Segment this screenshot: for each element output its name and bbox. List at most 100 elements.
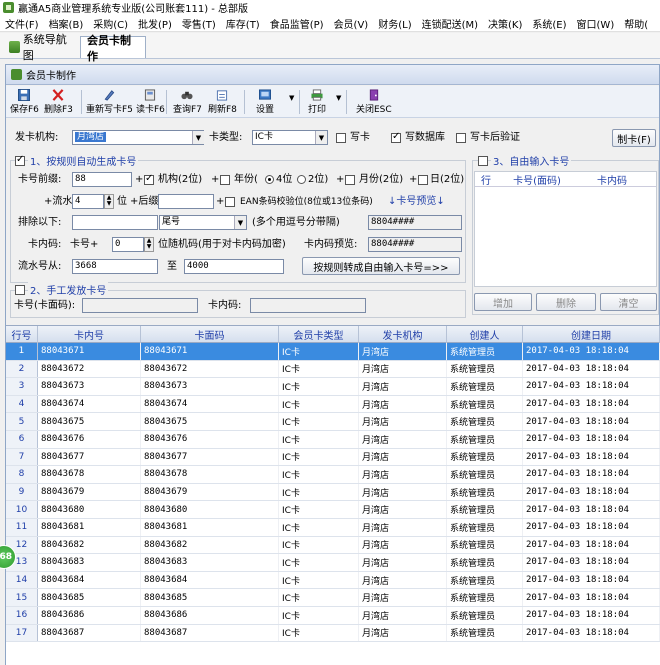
remove-button[interactable]: 删除 bbox=[536, 293, 596, 311]
menu-item[interactable]: 库存(T) bbox=[221, 16, 265, 31]
day-checkbox[interactable] bbox=[418, 175, 428, 185]
table-cell: 6 bbox=[6, 430, 38, 448]
table-cell: IC卡 bbox=[279, 536, 359, 554]
column-header[interactable]: 会员卡类型 bbox=[279, 326, 359, 343]
year-checkbox[interactable] bbox=[220, 175, 230, 185]
table-cell: 系统管理员 bbox=[447, 589, 523, 606]
menu-item[interactable]: 批发(P) bbox=[133, 16, 177, 31]
convert-to-free-input-button[interactable]: 按规则转成自由输入卡号=>> bbox=[302, 257, 460, 275]
org-checkbox[interactable] bbox=[144, 173, 154, 185]
verify-after-write-checkbox[interactable] bbox=[456, 133, 466, 143]
table-row[interactable]: 13 88043683 88043683 IC卡 月湾店 系统管理员 2017-04-03 … bbox=[6, 554, 660, 572]
menu-item[interactable]: 档案(B) bbox=[44, 16, 89, 31]
menu-item[interactable]: 系统(E) bbox=[527, 16, 571, 31]
write-db-checkbox[interactable] bbox=[391, 131, 401, 143]
table-row[interactable]: 16 88043686 88043686 IC卡 月湾店 系统管理员 2017-04-03 … bbox=[6, 606, 660, 625]
query-button[interactable]: 查询F7 bbox=[173, 89, 202, 115]
print-button[interactable]: 打印 bbox=[308, 89, 326, 115]
issuer-select[interactable]: 月湾店 bbox=[72, 130, 204, 145]
write-card-checkbox[interactable] bbox=[336, 133, 346, 143]
manual-pin-input[interactable] bbox=[250, 298, 366, 313]
print-dropdown-icon[interactable]: ▼ bbox=[336, 94, 341, 102]
table-row[interactable]: 10 88043680 88043680 IC卡 月湾店 系统管理员 2017-04-03 … bbox=[6, 501, 660, 519]
clear-button[interactable]: 清空 bbox=[600, 293, 657, 311]
card-type-dropdown-icon[interactable]: ▼ bbox=[315, 131, 327, 144]
table-cell: 2017-04-03 18:18:04 bbox=[523, 466, 660, 483]
table-cell: 88043680 bbox=[141, 501, 279, 518]
menu-item[interactable]: 窗口(W) bbox=[572, 16, 620, 31]
table-row[interactable]: 12 88043682 88043682 IC卡 月湾店 系统管理员 2017-04-03 … bbox=[6, 536, 660, 555]
menu-item[interactable]: 决策(K) bbox=[483, 16, 527, 31]
table-row[interactable]: 14 88043684 88043684 IC卡 月湾店 系统管理员 2017-04-03 … bbox=[6, 571, 660, 590]
menu-item[interactable]: 连锁配送(M) bbox=[417, 16, 483, 31]
tail-dropdown-icon[interactable]: ▼ bbox=[234, 216, 246, 229]
serial-length-input[interactable]: 4 bbox=[72, 194, 104, 209]
pen-icon bbox=[105, 90, 115, 101]
random-length-input[interactable]: 0 bbox=[112, 237, 144, 252]
table-row[interactable]: 17 88043687 88043687 IC卡 月湾店 系统管理员 2017-04-03 … bbox=[6, 624, 660, 643]
close-button[interactable]: 关闭ESC bbox=[356, 89, 392, 115]
pin-preview-field: 8804#### bbox=[368, 237, 462, 252]
menu-item[interactable]: 会员(V) bbox=[329, 16, 374, 31]
table-row[interactable]: 6 88043676 88043676 IC卡 月湾店 系统管理员 2017-04-03 1… bbox=[6, 430, 660, 449]
table-row[interactable]: 7 88043677 88043677 IC卡 月湾店 系统管理员 2017-04-03 1… bbox=[6, 448, 660, 467]
column-header[interactable]: 行号 bbox=[6, 326, 38, 343]
table-cell: 10 bbox=[6, 501, 38, 518]
manual-card-input[interactable] bbox=[82, 298, 198, 313]
card-preview-link[interactable]: ↓卡号预览↓ bbox=[388, 195, 445, 209]
settings-dropdown-icon[interactable]: ▼ bbox=[289, 94, 294, 102]
add-button[interactable]: 增加 bbox=[474, 293, 532, 311]
table-cell: 88043678 bbox=[38, 466, 141, 483]
table-row[interactable]: 1 88043671 88043671 IC卡 月湾店 系统管理员 2017-04-03 1… bbox=[6, 343, 660, 361]
menu-item[interactable]: 食品监管(P) bbox=[265, 16, 329, 31]
menu-item[interactable]: 文件(F) bbox=[0, 16, 44, 31]
settings-button[interactable]: 设置 bbox=[256, 89, 274, 115]
tab-nav-map[interactable]: 系统导航图 bbox=[3, 33, 78, 62]
table-row[interactable]: 3 88043673 88043673 IC卡 月湾店 系统管理员 2017-04-03 1… bbox=[6, 378, 660, 396]
month-checkbox[interactable] bbox=[345, 175, 355, 185]
column-header[interactable]: 卡内号 bbox=[38, 326, 141, 343]
tab-member-card[interactable]: 会员卡制作 bbox=[80, 34, 146, 63]
free-input-list[interactable]: 行 卡号(面码) 卡内码 bbox=[474, 171, 657, 287]
serial-to-input[interactable]: 4000 bbox=[184, 259, 284, 274]
table-cell: 14 bbox=[6, 571, 38, 589]
table-cell: 88043674 bbox=[38, 395, 141, 413]
table-row[interactable]: 11 88043681 88043681 IC卡 月湾店 系统管理员 2017-04-03 … bbox=[6, 518, 660, 537]
manual-issue-checkbox[interactable] bbox=[15, 285, 25, 295]
column-header[interactable]: 创建人 bbox=[447, 326, 523, 343]
table-row[interactable]: 2 88043672 88043672 IC卡 月湾店 系统管理员 2017-04-03 1… bbox=[6, 360, 660, 379]
menu-item[interactable]: 财务(L) bbox=[373, 16, 416, 31]
table-row[interactable]: 8 88043678 88043678 IC卡 月湾店 系统管理员 2017-04-03 1… bbox=[6, 466, 660, 484]
save-button[interactable]: 保存F6 bbox=[10, 89, 39, 115]
menu-item[interactable]: 零售(T) bbox=[177, 16, 221, 31]
table-row[interactable]: 15 88043685 88043685 IC卡 月湾店 系统管理员 2017-04-03 … bbox=[6, 589, 660, 607]
refresh-button[interactable]: 刷新F8 bbox=[208, 89, 237, 115]
issuer-dropdown-icon[interactable]: ▼ bbox=[192, 131, 204, 144]
menu-item[interactable]: 采购(C) bbox=[88, 16, 133, 31]
serial-from-input[interactable]: 3668 bbox=[72, 259, 158, 274]
make-card-button[interactable]: 制卡(F) bbox=[612, 129, 656, 147]
exclude-input[interactable] bbox=[72, 215, 158, 230]
serial-length-spinner[interactable]: ▲ ▼ bbox=[104, 194, 114, 209]
table-row[interactable]: 4 88043674 88043674 IC卡 月湾店 系统管理员 2017-04-03 1… bbox=[6, 395, 660, 414]
year-2-radio[interactable] bbox=[297, 175, 306, 184]
card-grid[interactable]: 行号 卡内号 卡面码 会员卡类型 发卡机构 创建人 创建日期 1 88043671 880436… bbox=[6, 325, 660, 665]
column-header[interactable]: 卡面码 bbox=[141, 326, 279, 343]
table-row[interactable]: 5 88043675 88043675 IC卡 月湾店 系统管理员 2017-04-03 1… bbox=[6, 413, 660, 431]
suffix-input[interactable] bbox=[158, 194, 214, 209]
table-cell: 系统管理员 bbox=[447, 624, 523, 642]
column-header[interactable]: 发卡机构 bbox=[359, 326, 447, 343]
table-cell: 88043676 bbox=[141, 430, 279, 448]
menu-item[interactable]: 帮助( bbox=[619, 16, 653, 31]
prefix-input[interactable]: 88 bbox=[72, 172, 132, 187]
rewrite-card-button[interactable]: 重新写卡F5 bbox=[86, 89, 133, 115]
read-card-button[interactable]: 读卡F6 bbox=[136, 89, 165, 115]
random-length-spinner[interactable]: ▲ ▼ bbox=[144, 237, 154, 252]
year-4-radio[interactable] bbox=[265, 175, 274, 184]
table-row[interactable]: 9 88043679 88043679 IC卡 月湾店 系统管理员 2017-04-03 1… bbox=[6, 483, 660, 502]
delete-button[interactable]: 删除F3 bbox=[44, 89, 73, 115]
column-header[interactable]: 创建日期 bbox=[523, 326, 660, 343]
auto-rule-checkbox[interactable] bbox=[15, 154, 25, 166]
free-input-checkbox[interactable] bbox=[478, 156, 488, 166]
ean-checkbox[interactable] bbox=[225, 197, 235, 207]
